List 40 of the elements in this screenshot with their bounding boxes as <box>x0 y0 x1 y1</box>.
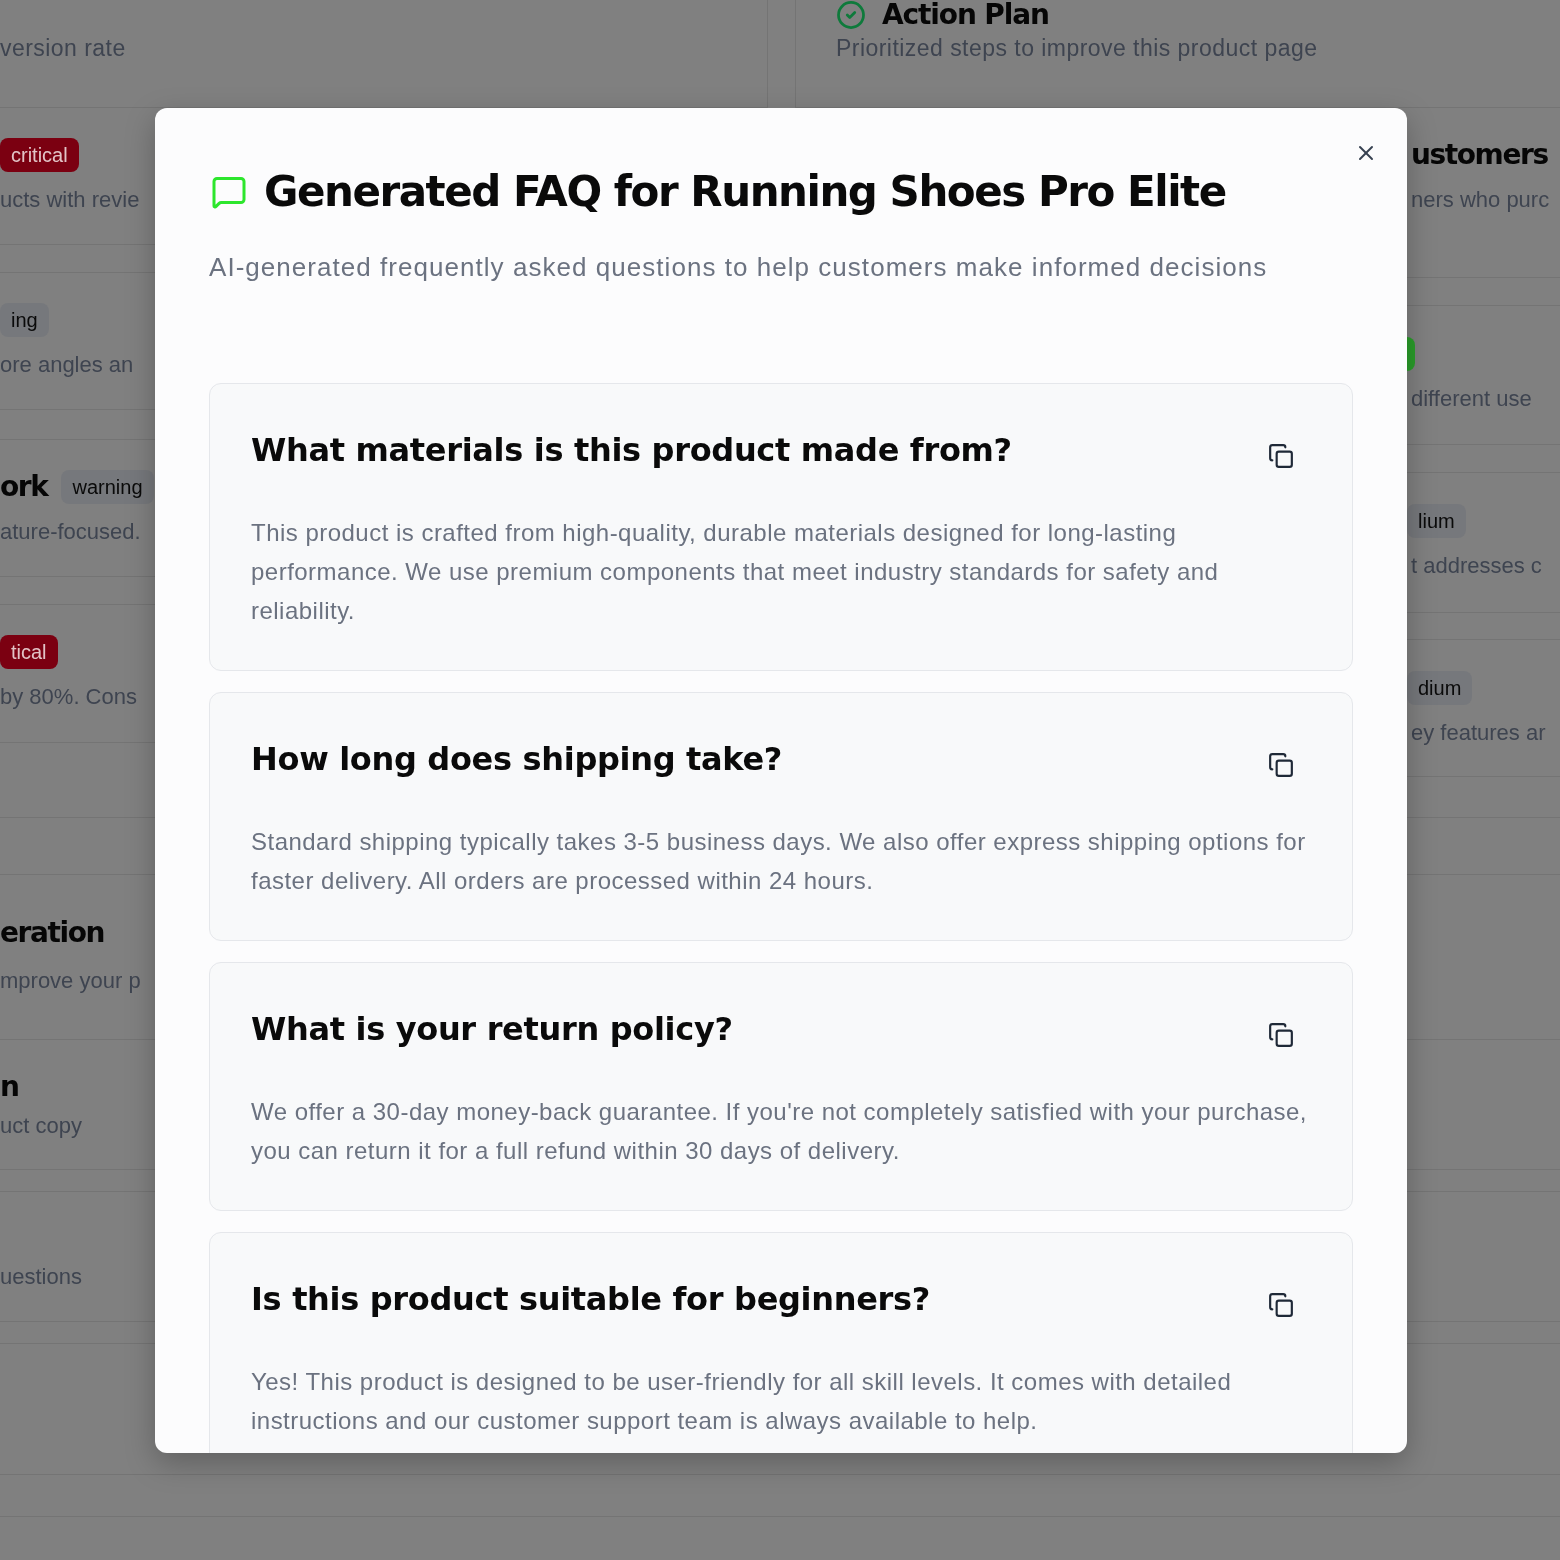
issue-description: ore angles an <box>0 351 135 379</box>
faq-question: What materials is this product made from? <box>251 430 1012 470</box>
status-badge: lium <box>1407 504 1466 538</box>
copy-icon <box>1268 1022 1294 1048</box>
dialog-description: AI-generated frequently asked questions to help customers make informed decisions <box>209 251 1269 284</box>
step-description: different use <box>1411 385 1533 413</box>
faq-answer: Standard shipping typically takes 3-5 business days. We also offer express shipping options for faster delivery. All orders are processed within 24 hours. <box>251 827 1307 896</box>
faq-answer: This product is crafted from high-quality, durable materials designed for long-lasting performance. We use premium components that meet industry standards for safety and reliability. <box>251 518 1220 626</box>
check-circle-icon <box>836 0 866 30</box>
step-description: ners who purc <box>1411 186 1551 214</box>
step-description: ey features ar <box>1411 719 1547 747</box>
issue-description: by 80%. Cons <box>0 683 138 711</box>
faq-question: Is this product suitable for beginners? <box>251 1279 930 1319</box>
column-description: Prioritized steps to improve this product page <box>836 34 1319 63</box>
step-description: t addresses c <box>1411 552 1543 580</box>
section-description: mprove your p <box>0 967 142 995</box>
dialog-title: Generated FAQ for Running Shoes Pro Elite <box>264 167 1226 217</box>
section-description: uct copy <box>0 1112 83 1140</box>
section-title: n <box>0 1069 20 1105</box>
faq-answer: We offer a 30-day money-back guarantee. If you're not completely satisfied with your purchase, you can return it for a full refund within 30 days of delivery. <box>251 1097 1308 1166</box>
issue-title: ork <box>0 470 48 504</box>
issue-description: ature-focused. <box>0 518 142 546</box>
faq-question: How long does shipping take? <box>251 739 783 779</box>
section-title: eration <box>0 915 106 951</box>
copy-icon <box>1268 752 1294 778</box>
status-badge: critical <box>0 138 79 172</box>
section-description: uestions <box>0 1263 83 1291</box>
status-badge: ing <box>0 303 49 337</box>
message-icon <box>211 174 247 210</box>
status-badge: warning <box>61 470 154 504</box>
issue-description: ucts with revie <box>0 186 141 214</box>
column-description: version rate <box>0 34 127 63</box>
faq-answer: Yes! This product is designed to be user-friendly for all skill levels. It comes with detailed instructions and our customer support team is always available to help. <box>251 1367 1233 1436</box>
status-badge: dium <box>1407 671 1473 705</box>
column-title: Action Plan <box>882 0 1049 30</box>
faq-question: What is your return policy? <box>251 1009 733 1049</box>
copy-icon <box>1268 443 1294 469</box>
step-title: ustomers <box>1411 137 1549 173</box>
status-badge: tical <box>0 635 58 669</box>
copy-icon <box>1268 1292 1294 1318</box>
